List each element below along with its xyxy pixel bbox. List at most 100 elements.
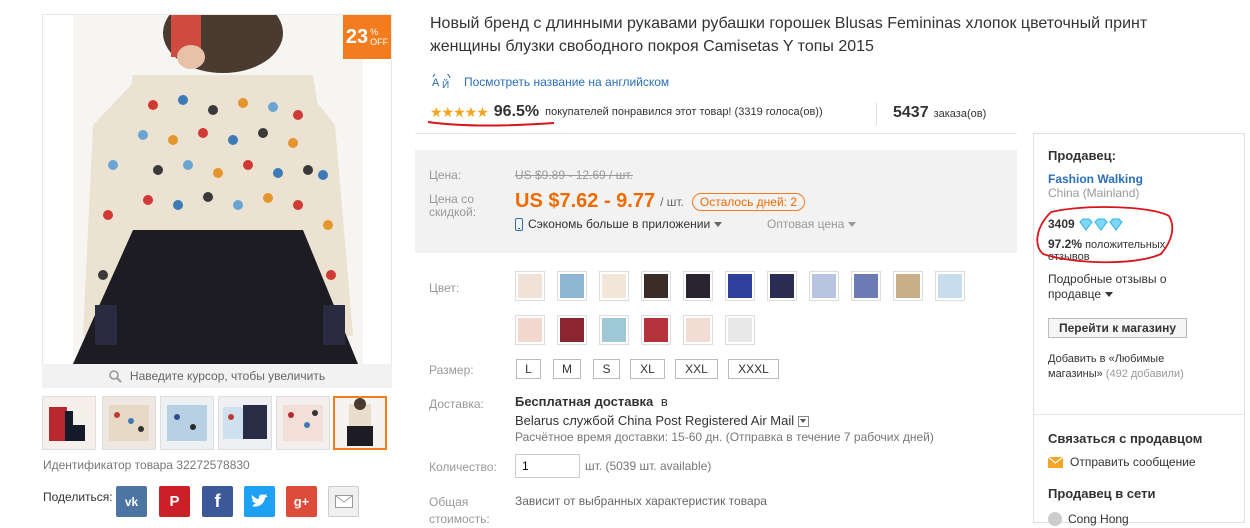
product-title: Новый бренд с длинными рукавами рубашки … [430, 15, 1148, 55]
price-label: Цена: [429, 168, 462, 182]
thumbnail-5[interactable] [276, 396, 330, 450]
swatch-image [602, 274, 626, 298]
thumbnail-3[interactable] [160, 396, 214, 450]
thumbnail-2[interactable] [102, 396, 156, 450]
color-swatch-14[interactable] [599, 315, 629, 345]
pinterest-share-button[interactable]: P [159, 486, 190, 517]
color-swatch-10[interactable] [893, 271, 923, 301]
size-option-m[interactable]: M [553, 359, 581, 379]
swatch-image [602, 318, 626, 342]
swatch-image [728, 318, 752, 342]
svg-text:Й: Й [442, 78, 449, 90]
quantity-label: Количество: [429, 460, 497, 474]
avatar-icon [1048, 512, 1062, 526]
swatch-image [560, 274, 584, 298]
discount-suffix: % OFF [370, 27, 389, 47]
size-option-xl[interactable]: XL [630, 359, 665, 379]
total-cost-value: Зависит от выбранных характеристик товар… [515, 494, 767, 508]
shipping-time: Расчётное время доставки: 15-60 дн. (Отп… [515, 430, 934, 444]
polka-dot-shirt-image [73, 15, 363, 364]
store-location: China (Mainland) [1048, 186, 1140, 200]
send-message-link[interactable]: Отправить сообщение [1048, 455, 1196, 469]
magnifier-icon [109, 369, 122, 383]
vk-share-button[interactable]: vk [116, 486, 147, 517]
discount-price: US $7.62 - 9.77 [515, 190, 656, 212]
swatch-image [896, 274, 920, 298]
envelope-icon [1048, 456, 1063, 468]
add-favorites-link[interactable]: Добавить в «Любимые магазины» (492 добав… [1048, 352, 1184, 382]
color-swatch-15[interactable] [641, 315, 671, 345]
seller-online-heading: Продавец в сети [1048, 486, 1156, 501]
pinterest-icon: P [169, 493, 180, 510]
rating-text: покупателей понравился этот товар! (3319… [545, 106, 823, 118]
red-circle-annotation [1036, 206, 1174, 264]
size-option-xxxl[interactable]: XXXL [728, 359, 779, 379]
share-label: Поделиться: [43, 490, 113, 504]
color-swatch-16[interactable] [683, 315, 713, 345]
color-swatch-6[interactable] [725, 271, 755, 301]
discount-badge: 23 % OFF [343, 15, 391, 59]
quantity-input[interactable] [515, 454, 580, 478]
email-share-button[interactable] [328, 486, 359, 517]
contact-seller-heading: Связаться с продавцом [1048, 431, 1203, 446]
divider-line [415, 133, 1017, 134]
swatch-image [854, 274, 878, 298]
shipping-free: Бесплатная доставка в [515, 394, 668, 409]
color-swatch-4[interactable] [641, 271, 671, 301]
size-label: Размер: [429, 363, 474, 377]
color-swatch-5[interactable] [683, 271, 713, 301]
googleplus-icon: g+ [293, 494, 310, 509]
size-option-xxl[interactable]: XXL [675, 359, 718, 379]
color-swatch-1[interactable] [515, 271, 545, 301]
detailed-reviews-link[interactable]: Подробные отзывы о продавце [1048, 272, 1167, 302]
color-swatch-3[interactable] [599, 271, 629, 301]
email-icon [334, 495, 353, 508]
thumbnail-4[interactable] [218, 396, 272, 450]
thumbnail-1[interactable] [42, 396, 96, 450]
translate-link[interactable]: Посмотреть название на английском [464, 75, 669, 89]
panel-divider [1033, 414, 1245, 415]
shipping-method[interactable]: Belarus службой China Post Registered Ai… [515, 413, 810, 428]
go-to-store-button[interactable]: Перейти к магазину [1048, 318, 1187, 338]
price-unit: / шт. [660, 194, 684, 209]
translate-row[interactable]: A Й Посмотреть название на английском [430, 74, 669, 90]
translate-icon: A Й [432, 74, 451, 90]
googleplus-share-button[interactable]: g+ [286, 486, 317, 517]
discount-number: 23 [345, 25, 369, 48]
shipping-dropdown-icon[interactable] [798, 416, 810, 427]
swatch-image [728, 274, 752, 298]
zoom-hint-text: Наведите курсор, чтобы увеличить [129, 369, 326, 383]
swatch-image [518, 274, 542, 298]
size-option-s[interactable]: S [593, 359, 620, 379]
facebook-share-button[interactable]: f [202, 486, 233, 517]
color-swatch-9[interactable] [851, 271, 881, 301]
color-swatch-11[interactable] [935, 271, 965, 301]
swatch-image [770, 274, 794, 298]
zoom-hint-bar: Наведите курсор, чтобы увеличить [42, 364, 392, 388]
discount-price-label: Цена со скидкой: [429, 192, 477, 219]
store-name-link[interactable]: Fashion Walking [1048, 172, 1143, 186]
color-swatch-17[interactable] [725, 315, 755, 345]
twitter-share-button[interactable] [244, 486, 275, 517]
app-savings-dropdown[interactable]: Сэкономь больше в приложении [515, 217, 723, 231]
swatch-image [812, 274, 836, 298]
color-swatch-8[interactable] [809, 271, 839, 301]
size-option-l[interactable]: L [516, 359, 541, 379]
chevron-down-icon [848, 222, 857, 228]
thumbnail-6-selected[interactable] [333, 396, 387, 450]
phone-icon [515, 217, 523, 231]
quantity-available: шт. (5039 шт. available) [585, 459, 712, 473]
swatch-image [686, 274, 710, 298]
color-swatch-7[interactable] [767, 271, 797, 301]
wholesale-price-dropdown[interactable]: Оптовая цена [767, 217, 857, 231]
product-id: Идентификатор товара 32272578830 [43, 458, 250, 472]
old-price: US $9.89 - 12.69 / шт. [515, 168, 633, 182]
color-swatch-13[interactable] [557, 315, 587, 345]
main-product-photo[interactable]: 23 % OFF [42, 14, 392, 365]
swatch-image [644, 318, 668, 342]
color-swatch-12[interactable] [515, 315, 545, 345]
color-swatch-2[interactable] [557, 271, 587, 301]
swatch-image [518, 318, 542, 342]
swatch-image [560, 318, 584, 342]
online-person[interactable]: Cong Hong [1048, 512, 1129, 526]
